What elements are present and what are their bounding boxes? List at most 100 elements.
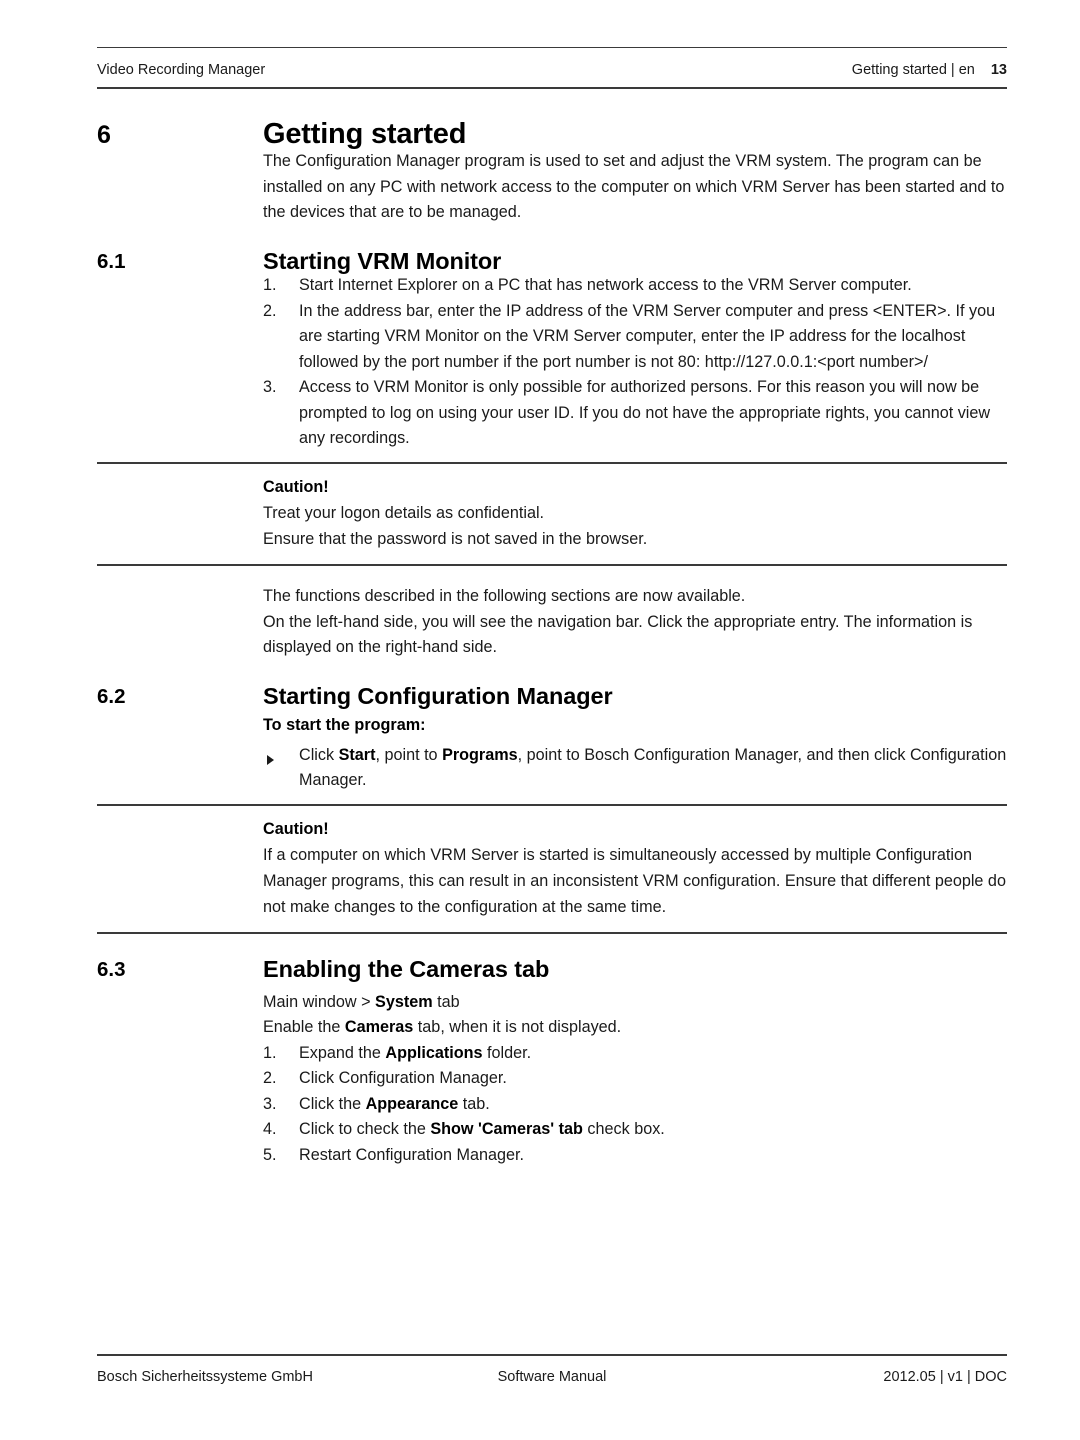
caution-line: Ensure that the password is not saved in… — [263, 530, 648, 548]
step-pre: Click the — [299, 1094, 366, 1113]
list-marker: 1. — [263, 276, 277, 294]
section-6-2-bullet-list: Click Start, point to Programs, point to… — [263, 743, 1007, 794]
step-pre: Restart Configuration Manager. — [299, 1145, 524, 1164]
header-document-title: Video Recording Manager — [97, 62, 266, 78]
list-item: 1. Expand the Applications folder. — [263, 1041, 1007, 1067]
list-text: In the address bar, enter the IP address… — [299, 301, 996, 371]
section-6-intro: The Configuration Manager program is use… — [263, 152, 1005, 221]
page-footer: Bosch Sicherheitssysteme GmbH 2012.05 | … — [97, 1354, 1007, 1385]
path-post: tab — [432, 992, 460, 1011]
section-6-3-steps: 1. Expand the Applications folder. 2. Cl… — [263, 1041, 1007, 1169]
section-6-3-lead: Enable the Cameras tab, when it is not d… — [263, 1015, 1007, 1041]
page-content: 6 Getting started The Configuration Mana… — [97, 120, 1007, 1168]
step-post: tab. — [458, 1094, 490, 1113]
bullet-pre: Click — [299, 745, 339, 764]
list-item: 3. Access to VRM Monitor is only possibl… — [263, 375, 1007, 452]
path-pre: Main window > — [263, 992, 376, 1011]
caution-box-1-inner: Caution! Treat your logon details as con… — [263, 464, 1007, 565]
section-6-2-subtitle: To start the program: — [263, 716, 426, 734]
section-6-2-title: Starting Configuration Manager — [263, 682, 613, 709]
section-6-2: 6.2 Starting Configuration Manager To st… — [97, 682, 1007, 794]
section-6-1-after-caution: The functions described in the following… — [97, 584, 1007, 661]
caution-box-2: Caution! If a computer on which VRM Serv… — [97, 803, 1007, 934]
step-bold: Applications — [385, 1043, 483, 1062]
list-item: 3. Click the Appearance tab. — [263, 1092, 1007, 1118]
list-marker: 2. — [263, 301, 277, 320]
section-6-1-title: Starting VRM Monitor — [263, 247, 502, 274]
list-marker: 3. — [263, 378, 277, 396]
list-text: Click Configuration Manager. — [299, 1066, 1007, 1092]
after-caution-line-1: The functions described in the following… — [263, 587, 746, 605]
list-marker: 5. — [263, 1145, 277, 1164]
footer-document-type: 2012.05 | v1 | DOC — [883, 1369, 1007, 1385]
footer-row: Bosch Sicherheitssysteme GmbH 2012.05 | … — [97, 1356, 1007, 1385]
section-6-1-body: Starting VRM Monitor 1. Start Internet E… — [263, 247, 1007, 452]
list-marker: 1. — [263, 1043, 277, 1062]
caution-line: Treat your logon details as confidential… — [263, 504, 545, 522]
section-6-3: 6.3 Enabling the Cameras tab Main window… — [97, 956, 1007, 1169]
step-pre: Click Configuration Manager. — [299, 1069, 507, 1087]
footer-company: Bosch Sicherheitssysteme GmbH — [97, 1369, 313, 1385]
header-rule-bottom — [97, 87, 1007, 89]
list-item: Click Start, point to Programs, point to… — [263, 743, 1007, 794]
step-post: check box. — [582, 1120, 665, 1138]
header-row: Video Recording Manager Getting started … — [97, 48, 1007, 87]
section-6-2-body: Starting Configuration Manager To start … — [263, 682, 1007, 794]
list-text: Access to VRM Monitor is only possible f… — [299, 378, 991, 447]
section-6-2-number: 6.2 — [97, 684, 126, 708]
section-6: 6 Getting started The Configuration Mana… — [97, 120, 1007, 226]
after-caution-line-2: On the left-hand side, you will see the … — [263, 612, 973, 657]
caution-box-1: Caution! Treat your logon details as con… — [97, 461, 1007, 566]
section-6-1-number: 6.1 — [97, 249, 126, 273]
bullet-mid: , point to — [375, 745, 443, 764]
step-post: folder. — [482, 1043, 532, 1062]
step-pre: Expand the — [299, 1043, 386, 1062]
lead-pre: Enable the — [263, 1018, 345, 1036]
header-right-group: Getting started | en 13 — [852, 62, 1007, 78]
section-6-3-title: Enabling the Cameras tab — [263, 956, 550, 982]
footer-wrap: Bosch Sicherheitssysteme GmbH 2012.05 | … — [97, 1356, 1007, 1385]
bullet-bold-start: Start — [338, 745, 376, 764]
list-text: Click to check the Show 'Cameras' tab ch… — [299, 1117, 1007, 1143]
list-item: 2. In the address bar, enter the IP addr… — [263, 299, 1007, 376]
step-bold: Appearance — [365, 1094, 459, 1113]
section-6-number: 6 — [97, 121, 111, 149]
list-item: 1. Start Internet Explorer on a PC that … — [263, 273, 1007, 299]
caution-title: Caution! — [263, 819, 329, 838]
caution-line: If a computer on which VRM Server is sta… — [263, 846, 1006, 916]
caution-title: Caution! — [263, 477, 329, 496]
lead-bold-cameras: Cameras — [344, 1018, 414, 1036]
section-6-1-steps: 1. Start Internet Explorer on a PC that … — [263, 273, 1007, 452]
list-text: Start Internet Explorer on a PC that has… — [299, 276, 912, 294]
section-6-3-number: 6.3 — [97, 958, 126, 981]
bullet-triangle-icon — [263, 743, 299, 769]
list-text: Click the Appearance tab. — [299, 1092, 1007, 1118]
list-text: Restart Configuration Manager. — [299, 1143, 1007, 1169]
section-6-3-body: Enabling the Cameras tab Main window > S… — [263, 956, 1007, 1169]
list-marker: 3. — [263, 1094, 277, 1113]
list-item: 2. Click Configuration Manager. — [263, 1066, 1007, 1092]
document-page: Video Recording Manager Getting started … — [0, 0, 1080, 1440]
list-item: 5. Restart Configuration Manager. — [263, 1143, 1007, 1169]
caution-box-2-inner: Caution! If a computer on which VRM Serv… — [263, 806, 1007, 933]
header-section-locale: Getting started | en — [851, 62, 975, 78]
bullet-bold-programs: Programs — [442, 745, 518, 764]
section-6-title: Getting started — [263, 118, 467, 150]
list-item: 4. Click to check the Show 'Cameras' tab… — [263, 1117, 1007, 1143]
list-marker: 2. — [263, 1069, 277, 1087]
section-6-body: Getting started The Configuration Manage… — [263, 120, 1007, 226]
list-text: Expand the Applications folder. — [299, 1041, 1007, 1067]
list-marker: 4. — [263, 1120, 277, 1138]
page-header: Video Recording Manager Getting started … — [97, 47, 1007, 89]
lead-post: tab, when it is not displayed. — [413, 1018, 622, 1036]
path-bold-system: System — [375, 992, 433, 1011]
step-pre: Click to check the — [299, 1120, 431, 1138]
step-bold: Show 'Cameras' tab — [430, 1120, 583, 1138]
header-page-number: 13 — [990, 62, 1007, 78]
